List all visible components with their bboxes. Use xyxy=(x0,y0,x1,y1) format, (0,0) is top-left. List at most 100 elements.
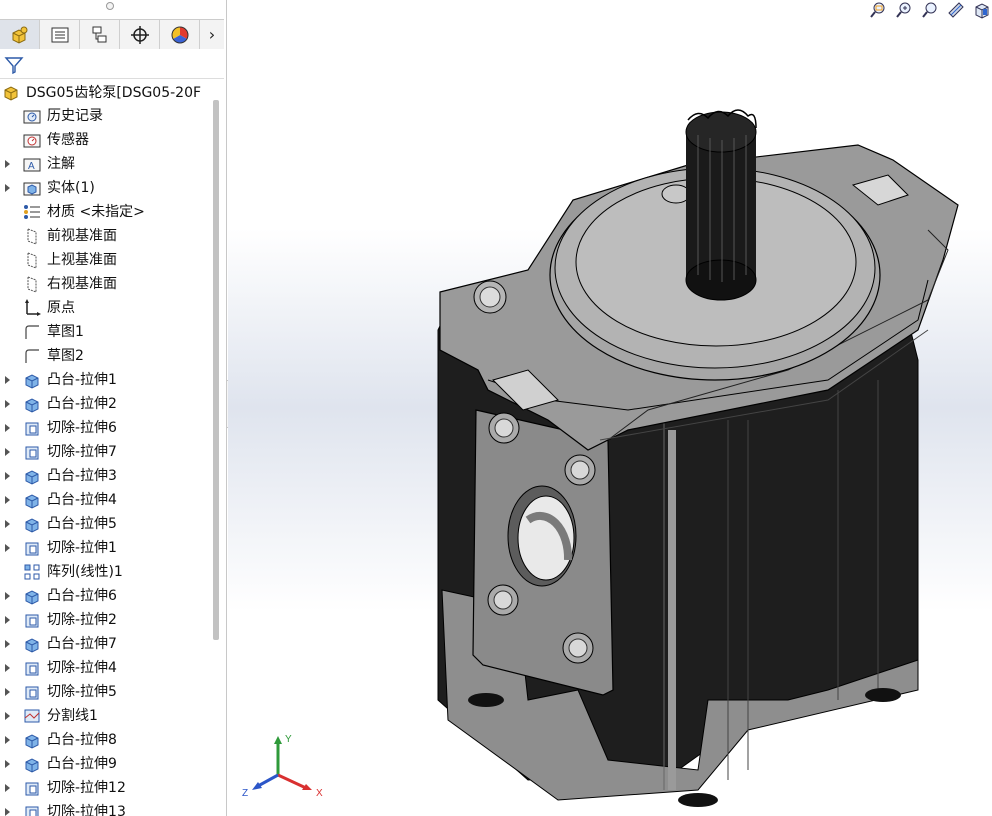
tree-item-label: 切除-拉伸1 xyxy=(47,540,117,556)
tree-item[interactable]: 原点 xyxy=(0,296,212,320)
tree-item[interactable]: A 注解 xyxy=(0,152,212,176)
cut-extrude-icon xyxy=(25,662,39,676)
tree-item-label: 凸台-拉伸5 xyxy=(47,516,117,532)
section-view-icon[interactable] xyxy=(946,0,966,20)
expand-arrow-icon[interactable] xyxy=(5,760,10,768)
display-manager-icon xyxy=(171,26,188,43)
tree-item[interactable]: 凸台-拉伸4 xyxy=(0,488,212,512)
tree-item[interactable]: 切除-拉伸1 xyxy=(0,536,212,560)
tree-item-label: 实体(1) xyxy=(47,180,95,196)
tree-item-label: 右视基准面 xyxy=(47,276,117,292)
panel-collapse-handle[interactable] xyxy=(106,2,114,10)
coordinate-triad: Y X Z xyxy=(242,734,323,799)
history-folder-icon xyxy=(23,110,41,124)
expand-arrow-icon[interactable] xyxy=(5,160,10,168)
tree-item[interactable]: 上视基准面 xyxy=(0,248,212,272)
part-icon xyxy=(4,86,18,101)
property-manager-icon xyxy=(51,27,68,42)
tab-feature-manager[interactable] xyxy=(0,20,40,49)
expand-arrow-icon[interactable] xyxy=(5,712,10,720)
tree-item[interactable]: 切除-拉伸4 xyxy=(0,656,212,680)
tab-dimxpert[interactable] xyxy=(120,20,160,49)
tree-item-label: 凸台-拉伸3 xyxy=(47,468,117,484)
tree-item[interactable]: 材质 <未指定> xyxy=(0,200,212,224)
tree-root-part[interactable]: DSG05齿轮泵[DSG05-20F xyxy=(0,80,212,104)
boss-extrude-icon xyxy=(25,470,39,485)
expand-arrow-icon[interactable] xyxy=(5,664,10,672)
tree-item[interactable]: 切除-拉伸2 xyxy=(0,608,212,632)
tree-item[interactable]: 凸台-拉伸5 xyxy=(0,512,212,536)
zoom-to-fit-icon[interactable] xyxy=(868,0,888,20)
manager-tab-row: › xyxy=(0,19,224,49)
tree-item[interactable]: 凸台-拉伸2 xyxy=(0,392,212,416)
tree-item[interactable]: 凸台-拉伸6 xyxy=(0,584,212,608)
annotations-folder-icon: A xyxy=(23,158,41,172)
view-orientation-icon[interactable] xyxy=(972,0,992,20)
expand-arrow-icon[interactable] xyxy=(5,784,10,792)
configuration-manager-icon xyxy=(92,26,106,42)
expand-arrow-icon[interactable] xyxy=(5,616,10,624)
tree-item-label: 分割线1 xyxy=(47,708,98,724)
tree-item[interactable]: 切除-拉伸7 xyxy=(0,440,212,464)
tree-item[interactable]: 凸台-拉伸3 xyxy=(0,464,212,488)
tree-item[interactable]: 凸台-拉伸8 xyxy=(0,728,212,752)
expand-arrow-icon[interactable] xyxy=(5,400,10,408)
tab-display-manager[interactable] xyxy=(160,20,200,49)
expand-arrow-icon[interactable] xyxy=(5,736,10,744)
expand-arrow-icon[interactable] xyxy=(5,592,10,600)
expand-arrow-icon[interactable] xyxy=(5,496,10,504)
triad-z-label: Z xyxy=(242,788,248,799)
expand-arrow-icon[interactable] xyxy=(5,184,10,192)
expand-arrow-icon[interactable] xyxy=(5,376,10,384)
tab-more-chevron-icon[interactable]: › xyxy=(200,20,224,49)
tree-item[interactable]: 凸台-拉伸7 xyxy=(0,632,212,656)
tree-item[interactable]: 草图2 xyxy=(0,344,212,368)
previous-view-icon[interactable] xyxy=(920,0,940,20)
filter-icon[interactable] xyxy=(4,55,24,79)
tree-item-label: 草图2 xyxy=(47,348,84,364)
expand-arrow-icon[interactable] xyxy=(5,808,10,816)
tree-item[interactable]: 历史记录 xyxy=(0,104,212,128)
boss-extrude-icon xyxy=(25,494,39,509)
expand-arrow-icon[interactable] xyxy=(5,640,10,648)
tab-configuration-manager[interactable] xyxy=(80,20,120,49)
expand-arrow-icon[interactable] xyxy=(5,688,10,696)
graphics-viewport[interactable]: Y X Z xyxy=(228,0,992,816)
linear-pattern-icon xyxy=(24,564,40,580)
tree-item[interactable]: 切除-拉伸6 xyxy=(0,416,212,440)
zoom-to-area-icon[interactable] xyxy=(894,0,914,20)
tree-item-label: 凸台-拉伸1 xyxy=(47,372,117,388)
tree-item[interactable]: 草图1 xyxy=(0,320,212,344)
expand-arrow-icon[interactable] xyxy=(5,520,10,528)
tree-scrollbar[interactable] xyxy=(213,100,219,640)
tree-item[interactable]: 实体(1) xyxy=(0,176,212,200)
tree-item[interactable]: 凸台-拉伸1 xyxy=(0,368,212,392)
filter-bar[interactable] xyxy=(0,50,224,79)
tree-item-label: 前视基准面 xyxy=(47,228,117,244)
tree-item[interactable]: 右视基准面 xyxy=(0,272,212,296)
tree-item[interactable]: 切除-拉伸5 xyxy=(0,680,212,704)
expand-arrow-icon[interactable] xyxy=(5,448,10,456)
tree-item[interactable]: 阵列(线性)1 xyxy=(0,560,212,584)
tree-item[interactable]: 切除-拉伸12 xyxy=(0,776,212,800)
expand-arrow-icon[interactable] xyxy=(5,472,10,480)
expand-arrow-icon[interactable] xyxy=(5,424,10,432)
svg-text:A: A xyxy=(28,161,35,172)
tree-item-label: 阵列(线性)1 xyxy=(47,564,123,580)
tree-item[interactable]: 分割线1 xyxy=(0,704,212,728)
tree-item[interactable]: 传感器 xyxy=(0,128,212,152)
expand-arrow-icon[interactable] xyxy=(5,544,10,552)
material-icon xyxy=(24,205,40,219)
cut-extrude-icon xyxy=(25,782,39,796)
tree-item[interactable]: 凸台-拉伸9 xyxy=(0,752,212,776)
tab-property-manager[interactable] xyxy=(40,20,80,49)
tree-item-label: 切除-拉伸6 xyxy=(47,420,117,436)
sketch-icon xyxy=(25,349,39,363)
split-line-icon xyxy=(24,709,40,723)
tree-item[interactable]: 切除-拉伸13 xyxy=(0,800,212,816)
gear-pump-3d-model[interactable] xyxy=(428,98,968,814)
tree-item[interactable]: 前视基准面 xyxy=(0,224,212,248)
cut-extrude-icon xyxy=(25,446,39,460)
cut-extrude-icon xyxy=(25,686,39,700)
plane-icon xyxy=(27,228,37,245)
